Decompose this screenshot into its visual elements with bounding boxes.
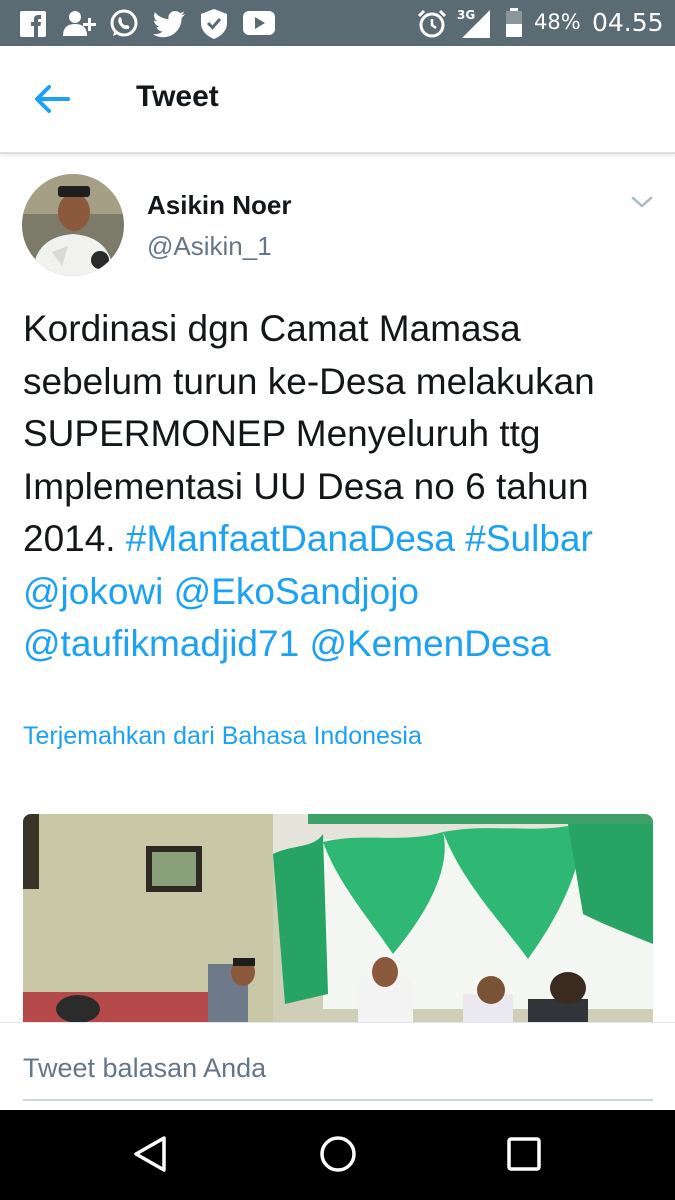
clock: 04.55	[592, 8, 664, 37]
alarm-icon	[417, 9, 447, 38]
battery-icon	[506, 8, 522, 37]
tweet-text: Kordinasi dgn Camat Mamasa sebelum turun…	[23, 303, 663, 671]
app-header: Tweet	[0, 46, 675, 154]
facebook-icon	[20, 11, 46, 37]
youtube-icon	[243, 11, 275, 35]
mention-link[interactable]: @taufikmadjid71	[23, 623, 299, 664]
reply-input[interactable]: Tweet balasan Anda	[23, 1053, 266, 1084]
recents-nav-icon[interactable]	[506, 1136, 544, 1174]
chevron-down-icon[interactable]	[630, 194, 654, 210]
battery-percentage: 48%	[534, 10, 581, 34]
hashtag-link[interactable]: #ManfaatDanaDesa	[126, 518, 455, 559]
mention-link[interactable]: @EkoSandjojo	[174, 571, 419, 612]
author-name[interactable]: Asikin Noer	[147, 190, 292, 221]
arrow-left-icon[interactable]	[30, 78, 76, 120]
hashtag-link[interactable]: #Sulbar	[465, 518, 593, 559]
tweet-photo[interactable]	[23, 814, 653, 1022]
status-bar: 3G 48% 04.55	[0, 0, 675, 46]
mention-link[interactable]: @KemenDesa	[309, 623, 550, 664]
translate-link[interactable]: Terjemahkan dari Bahasa Indonesia	[23, 722, 422, 751]
author-handle[interactable]: @Asikin_1	[147, 231, 272, 262]
shield-icon	[201, 9, 227, 39]
add-friend-icon	[63, 11, 96, 36]
mention-link[interactable]: @jokowi	[23, 571, 163, 612]
page-title: Tweet	[136, 80, 219, 113]
reply-underline	[23, 1099, 653, 1101]
home-nav-icon[interactable]	[318, 1134, 358, 1174]
avatar[interactable]	[22, 174, 124, 276]
whatsapp-icon	[110, 9, 138, 37]
twitter-icon	[152, 11, 185, 38]
back-nav-icon[interactable]	[131, 1134, 169, 1174]
signal-3g-icon	[462, 10, 490, 38]
navigation-bar	[0, 1110, 675, 1200]
reply-composer: Tweet balasan Anda	[0, 1022, 675, 1111]
